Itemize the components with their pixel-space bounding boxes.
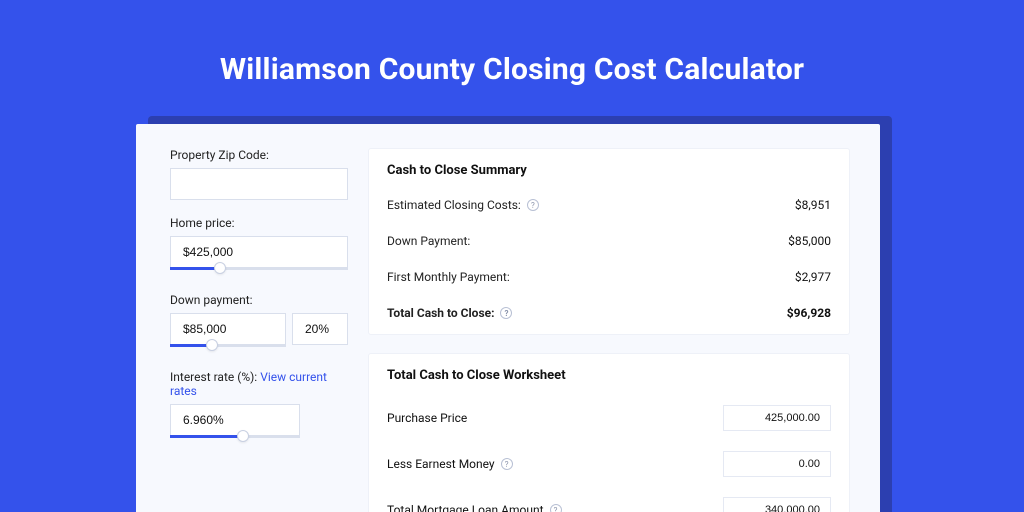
help-icon[interactable]: ? [527,199,539,211]
summary-row-value: $8,951 [795,198,831,212]
page-stage: Williamson County Closing Cost Calculato… [0,0,1024,512]
home-price-input[interactable] [170,236,348,268]
worksheet-row-label: Total Mortgage Loan Amount [387,503,544,512]
summary-row-label: First Monthly Payment: [387,270,510,284]
down-payment-pct-input[interactable] [292,313,348,345]
down-payment-field: Down payment: [170,293,348,354]
slider-fill [170,435,243,438]
worksheet-row: Purchase Price [387,395,831,441]
worksheet-row-label: Purchase Price [387,411,467,425]
summary-row-value: $96,928 [787,306,831,320]
worksheet-row: Total Mortgage Loan Amount ? [387,487,831,512]
interest-rate-label: Interest rate (%): [170,370,257,384]
interest-rate-label-line: Interest rate (%): View current rates [170,370,348,398]
zip-label: Property Zip Code: [170,148,348,162]
zip-input[interactable] [170,168,348,200]
summary-row: First Monthly Payment: $2,977 [387,262,831,298]
worksheet-panel: Total Cash to Close Worksheet Purchase P… [368,353,850,512]
summary-row-value: $2,977 [795,270,831,284]
summary-row-label: Total Cash to Close: [387,306,494,320]
summary-row: Estimated Closing Costs: ? $8,951 [387,190,831,226]
down-payment-slider[interactable] [170,344,286,354]
calculator-card: Property Zip Code: Home price: Down paym… [136,124,880,512]
page-title: Williamson County Closing Cost Calculato… [0,52,1024,87]
worksheet-row-label: Less Earnest Money [387,457,495,471]
help-icon[interactable]: ? [501,458,513,470]
worksheet-row-input[interactable] [723,497,831,512]
summary-title: Cash to Close Summary [387,163,831,178]
slider-fill [170,267,220,270]
worksheet-row-input[interactable] [723,405,831,431]
down-payment-label: Down payment: [170,293,348,307]
worksheet-row: Less Earnest Money ? [387,441,831,487]
slider-thumb[interactable] [214,262,226,274]
summary-row-total: Total Cash to Close: ? $96,928 [387,298,831,334]
interest-rate-input[interactable] [170,404,300,436]
summary-panel: Cash to Close Summary Estimated Closing … [368,148,850,335]
summary-row-value: $85,000 [788,234,831,248]
slider-thumb[interactable] [237,430,249,442]
summary-row-label: Down Payment: [387,234,470,248]
results-column: Cash to Close Summary Estimated Closing … [368,148,880,512]
down-payment-input[interactable] [170,313,286,345]
home-price-label: Home price: [170,216,348,230]
interest-rate-slider[interactable] [170,435,300,445]
summary-row-label: Estimated Closing Costs: [387,198,521,212]
home-price-field: Home price: [170,216,348,277]
worksheet-row-input[interactable] [723,451,831,477]
interest-rate-field: Interest rate (%): View current rates [170,370,348,445]
home-price-slider[interactable] [170,267,348,277]
zip-field: Property Zip Code: [170,148,348,200]
summary-row: Down Payment: $85,000 [387,226,831,262]
help-icon[interactable]: ? [550,504,562,512]
slider-thumb[interactable] [206,339,218,351]
inputs-column: Property Zip Code: Home price: Down paym… [136,148,368,512]
worksheet-title: Total Cash to Close Worksheet [387,368,831,383]
help-icon[interactable]: ? [500,307,512,319]
